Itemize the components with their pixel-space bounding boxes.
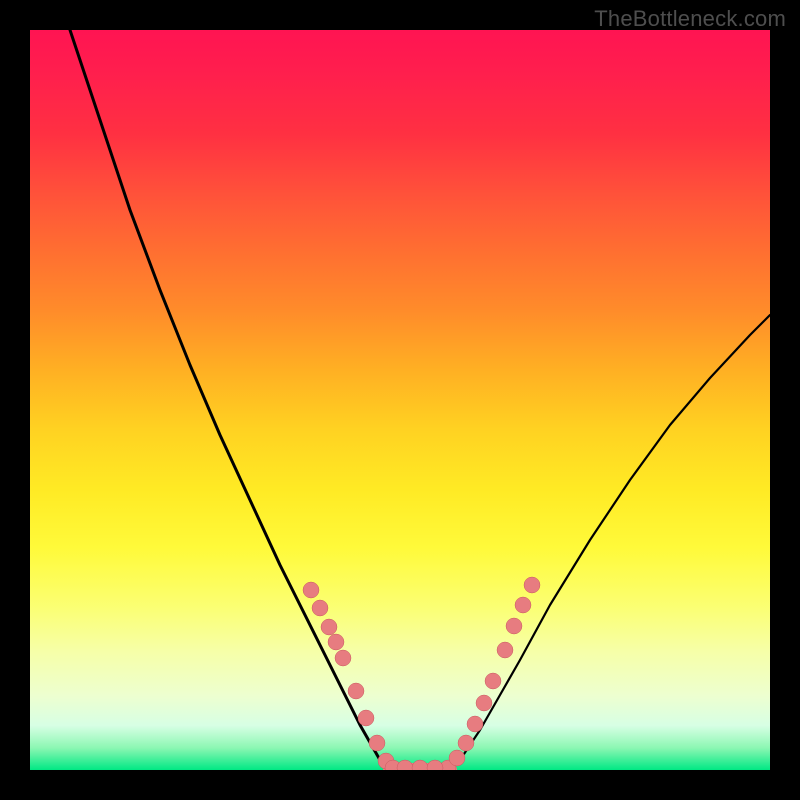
marker-left (303, 582, 319, 598)
plot-area (30, 30, 770, 770)
marker-right (506, 618, 522, 634)
watermark-text: TheBottleneck.com (594, 6, 786, 32)
marker-left (335, 650, 351, 666)
curve-layer (30, 30, 770, 770)
marker-right (449, 750, 465, 766)
marker-right (467, 716, 483, 732)
marker-left (348, 683, 364, 699)
marker-left (358, 710, 374, 726)
marker-flat (412, 760, 428, 770)
curve-right-curve (450, 315, 770, 770)
marker-flat (397, 760, 413, 770)
marker-right (485, 673, 501, 689)
marker-right (497, 642, 513, 658)
marker-right (476, 695, 492, 711)
marker-left (328, 634, 344, 650)
marker-left (312, 600, 328, 616)
marker-right (524, 577, 540, 593)
marker-right (458, 735, 474, 751)
marker-left (321, 619, 337, 635)
marker-flat (427, 760, 443, 770)
marker-right (515, 597, 531, 613)
marker-left (369, 735, 385, 751)
chart-frame: TheBottleneck.com (0, 0, 800, 800)
